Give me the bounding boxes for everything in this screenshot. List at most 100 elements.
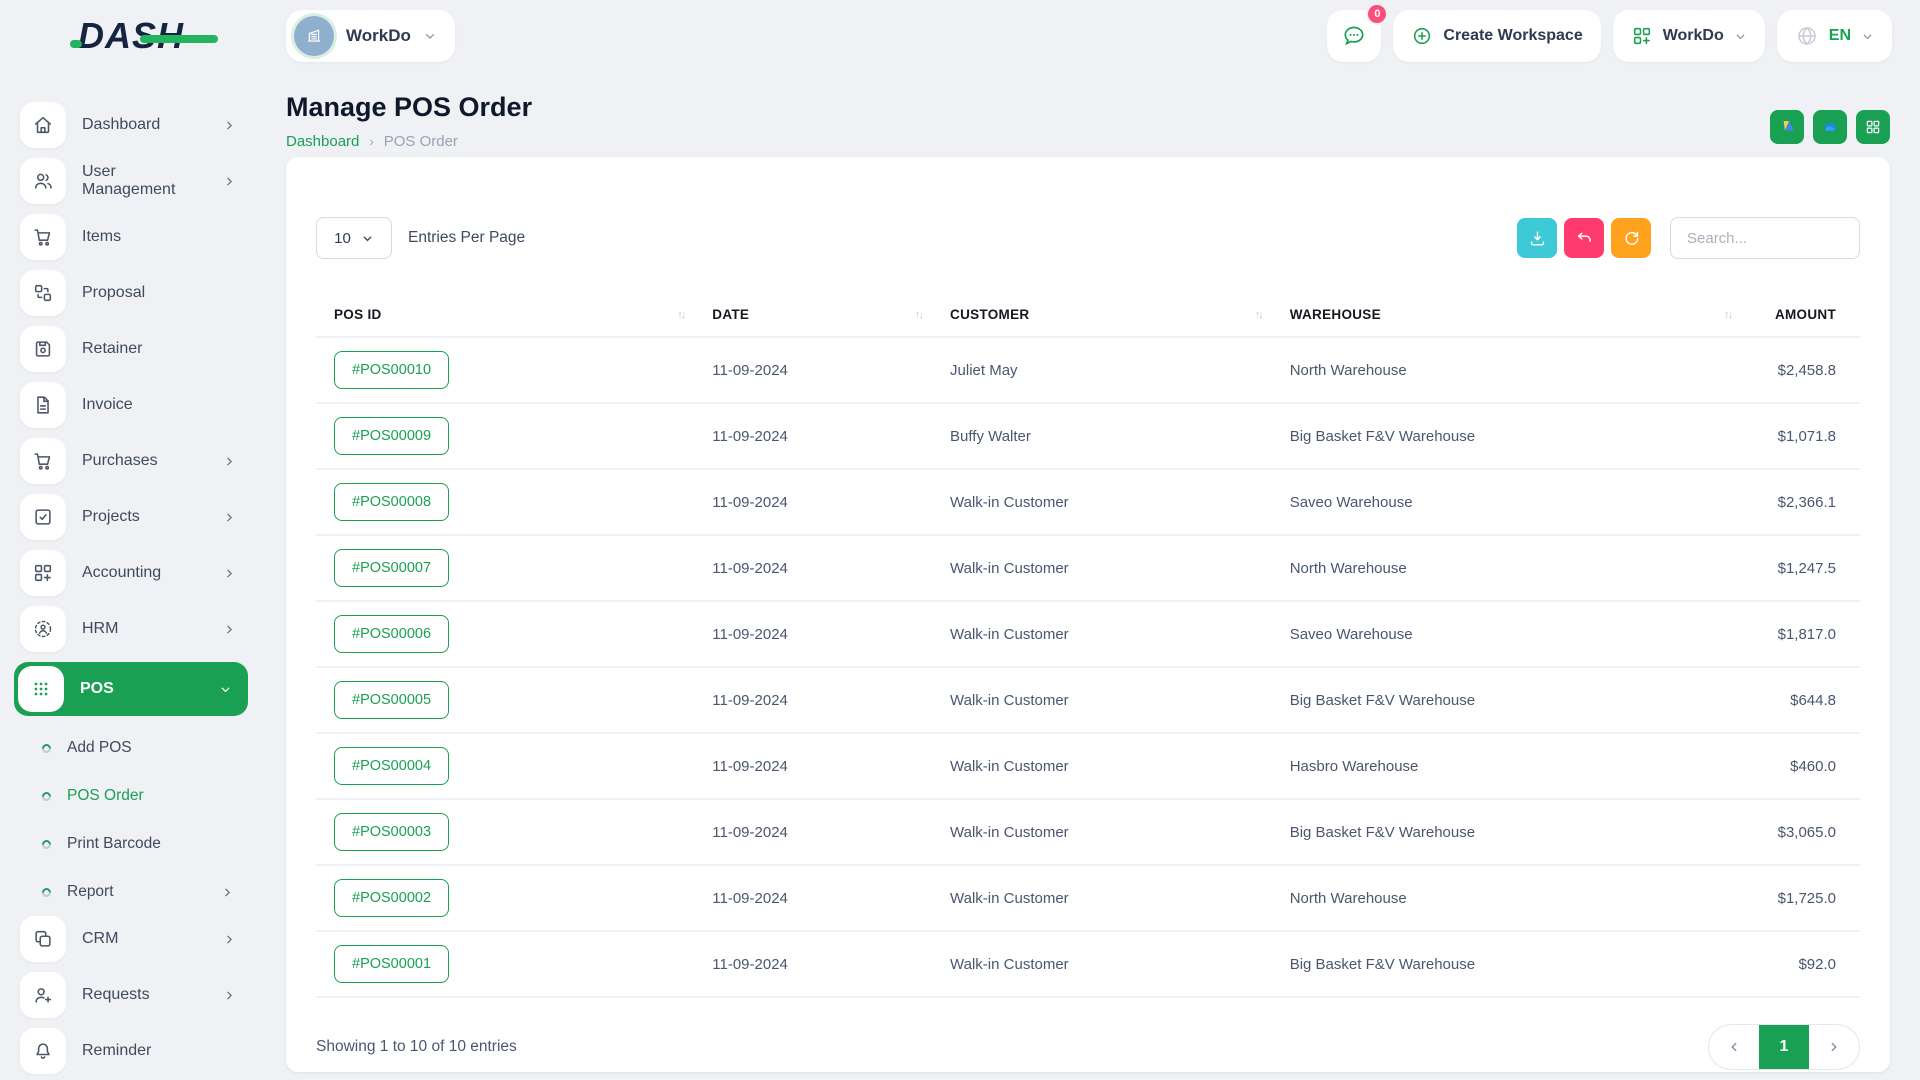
pos-id-link[interactable]: #POS00010 — [334, 351, 449, 389]
column-header-date[interactable]: DATE↑↓ — [694, 295, 932, 337]
sidebar-item-accounting[interactable]: Accounting — [14, 550, 248, 596]
sidebar-item-user-management[interactable]: User Management — [14, 158, 248, 204]
table-header-row: POS ID↑↓ DATE↑↓ CUSTOMER↑↓ WAREHOUSE↑↓ A… — [316, 295, 1860, 337]
warehouse-cell: Big Basket F&V Warehouse — [1272, 403, 1741, 469]
table-row: #POS00009 11-09-2024 Buffy Walter Big Ba… — [316, 403, 1860, 469]
entries-per-page-select[interactable]: 10 — [316, 217, 392, 259]
warehouse-cell: North Warehouse — [1272, 337, 1741, 403]
sidebar-subitem-pos-order[interactable]: POS Order — [14, 772, 248, 820]
sidebar-item-label: Items — [82, 228, 236, 246]
undo-icon — [1575, 229, 1594, 248]
sidebar-item-requests[interactable]: Requests — [14, 972, 248, 1018]
warehouse-cell: Big Basket F&V Warehouse — [1272, 667, 1741, 733]
sidebar-item-reminder[interactable]: Reminder — [14, 1028, 248, 1074]
chevron-right-icon — [223, 119, 236, 132]
table-row: #POS00007 11-09-2024 Walk-in Customer No… — [316, 535, 1860, 601]
chevron-right-icon — [223, 989, 236, 1002]
topbar: DASH WorkDo 0 Create Workspace — [0, 0, 1920, 72]
date-cell: 11-09-2024 — [694, 667, 932, 733]
warehouse-cell: Big Basket F&V Warehouse — [1272, 799, 1741, 865]
language-selector[interactable]: EN — [1777, 10, 1892, 62]
column-header-amount[interactable]: AMOUNT — [1741, 295, 1860, 337]
chevron-left-icon — [1727, 1040, 1741, 1054]
undo-button[interactable] — [1564, 218, 1604, 258]
sidebar-subitem-add-pos[interactable]: Add POS — [14, 724, 248, 772]
pos-id-link[interactable]: #POS00004 — [334, 747, 449, 785]
date-cell: 11-09-2024 — [694, 403, 932, 469]
cart-icon — [20, 438, 66, 484]
sidebar-item-pos[interactable]: POS — [14, 662, 248, 716]
sidebar-subitem-label: POS Order — [67, 787, 234, 805]
messages-button[interactable]: 0 — [1327, 10, 1381, 62]
customer-cell: Walk-in Customer — [932, 601, 1272, 667]
sidebar-item-dashboard[interactable]: Dashboard — [14, 102, 248, 148]
pos-id-link[interactable]: #POS00003 — [334, 813, 449, 851]
app-switcher-button[interactable]: WorkDo — [1613, 10, 1765, 62]
pos-id-link[interactable]: #POS00007 — [334, 549, 449, 587]
warehouse-cell: North Warehouse — [1272, 535, 1741, 601]
pos-id-link[interactable]: #POS00005 — [334, 681, 449, 719]
pos-id-link[interactable]: #POS00009 — [334, 417, 449, 455]
onedrive-button[interactable] — [1813, 110, 1847, 144]
message-count-badge: 0 — [1366, 3, 1388, 25]
table-row: #POS00002 11-09-2024 Walk-in Customer No… — [316, 865, 1860, 931]
bullet-icon — [40, 838, 53, 851]
sort-icon[interactable]: ↑↓ — [1255, 309, 1262, 321]
page-actions — [1770, 110, 1890, 144]
date-cell: 11-09-2024 — [694, 469, 932, 535]
grid-plus-icon — [20, 550, 66, 596]
table-row: #POS00003 11-09-2024 Walk-in Customer Bi… — [316, 799, 1860, 865]
refresh-button[interactable] — [1611, 218, 1651, 258]
person-dashed-icon — [20, 606, 66, 652]
pagination-next-button[interactable] — [1809, 1025, 1859, 1069]
sidebar-item-items[interactable]: Items — [14, 214, 248, 260]
pagination-prev-button[interactable] — [1709, 1025, 1759, 1069]
pagination-page-1[interactable]: 1 — [1759, 1025, 1809, 1069]
sidebar-subitem-print-barcode[interactable]: Print Barcode — [14, 820, 248, 868]
sidebar-item-projects[interactable]: Projects — [14, 494, 248, 540]
sort-icon[interactable]: ↑↓ — [677, 309, 684, 321]
breadcrumb: Dashboard › POS Order — [286, 133, 532, 150]
create-workspace-button[interactable]: Create Workspace — [1393, 10, 1600, 62]
sidebar-item-hrm[interactable]: HRM — [14, 606, 248, 652]
date-cell: 11-09-2024 — [694, 535, 932, 601]
topbar-right-group: 0 Create Workspace WorkDo EN — [1327, 10, 1892, 62]
swap-icon — [20, 270, 66, 316]
customer-cell: Walk-in Customer — [932, 799, 1272, 865]
breadcrumb-dashboard-link[interactable]: Dashboard — [286, 133, 359, 150]
entries-per-page-label: Entries Per Page — [408, 229, 525, 247]
pos-id-link[interactable]: #POS00008 — [334, 483, 449, 521]
google-drive-icon — [1777, 117, 1797, 137]
sidebar-item-label: Dashboard — [82, 116, 207, 134]
bell-icon — [20, 1028, 66, 1074]
sidebar-item-purchases[interactable]: Purchases — [14, 438, 248, 484]
sidebar-item-label: User Management — [82, 163, 207, 199]
search-input[interactable] — [1670, 217, 1860, 259]
pos-id-link[interactable]: #POS00002 — [334, 879, 449, 917]
dash-logo[interactable]: DASH — [78, 15, 184, 57]
customer-cell: Walk-in Customer — [932, 667, 1272, 733]
customer-cell: Buffy Walter — [932, 403, 1272, 469]
pos-id-link[interactable]: #POS00001 — [334, 945, 449, 983]
plus-circle-icon — [1411, 25, 1433, 47]
language-label: EN — [1829, 27, 1851, 45]
sidebar-item-proposal[interactable]: Proposal — [14, 270, 248, 316]
sidebar-item-retainer[interactable]: Retainer — [14, 326, 248, 372]
dots-grid-icon — [18, 666, 64, 712]
pos-id-link[interactable]: #POS00006 — [334, 615, 449, 653]
workspace-switcher[interactable]: WorkDo — [286, 10, 455, 62]
column-header-customer[interactable]: CUSTOMER↑↓ — [932, 295, 1272, 337]
table-row: #POS00010 11-09-2024 Juliet May North Wa… — [316, 337, 1860, 403]
sidebar-subitem-report[interactable]: Report — [14, 868, 248, 916]
file-icon — [20, 382, 66, 428]
sidebar-item-invoice[interactable]: Invoice — [14, 382, 248, 428]
column-header-warehouse[interactable]: WAREHOUSE↑↓ — [1272, 295, 1741, 337]
sort-icon[interactable]: ↑↓ — [915, 309, 922, 321]
grid-view-button[interactable] — [1856, 110, 1890, 144]
sort-icon[interactable]: ↑↓ — [1724, 309, 1731, 321]
title-block: Manage POS Order Dashboard › POS Order — [286, 92, 532, 150]
sidebar-item-crm[interactable]: CRM — [14, 916, 248, 962]
column-header-pos-id[interactable]: POS ID↑↓ — [316, 295, 694, 337]
export-button[interactable] — [1517, 218, 1557, 258]
google-drive-button[interactable] — [1770, 110, 1804, 144]
